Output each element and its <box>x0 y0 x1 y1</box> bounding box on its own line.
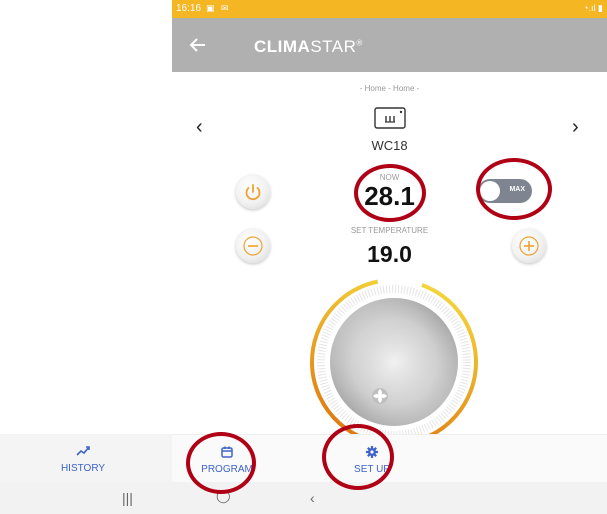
breadcrumb: - Home - Home - <box>359 84 420 93</box>
nav-program[interactable]: PROGRAM <box>172 435 282 483</box>
nav-setup-label: SET UP <box>354 464 390 475</box>
trend-icon <box>76 446 90 456</box>
radiator-device-icon <box>374 107 406 129</box>
prev-device-chevron[interactable]: ‹ <box>196 116 203 139</box>
left-bottom-strip: HISTORY ||| <box>0 434 172 514</box>
back-arrow-icon[interactable] <box>186 33 210 57</box>
minus-icon <box>243 236 263 256</box>
decrease-temperature-button[interactable] <box>236 229 270 263</box>
nav-history-label: HISTORY <box>60 463 106 474</box>
system-navigation: ◯ ‹ <box>172 482 607 514</box>
nav-program-label: PROGRAM <box>201 464 253 475</box>
status-bar: 16:16 ▣ ✉ ◔.ıl ▮ <box>172 0 607 18</box>
next-device-chevron[interactable]: › <box>572 116 579 139</box>
system-back-button[interactable]: ‹ <box>310 490 315 506</box>
temperature-dial[interactable] <box>308 276 480 448</box>
status-signal-icons: ◔.ıl ▮ <box>583 3 603 13</box>
current-temperature: 28.1 <box>364 181 415 211</box>
plus-icon <box>519 236 539 256</box>
device-name: WC18 <box>371 138 408 153</box>
max-toggle[interactable]: MAX <box>478 179 532 203</box>
toggle-label: MAX <box>509 186 525 193</box>
phone-screen: 16:16 ▣ ✉ ◔.ıl ▮ CLIMASTAR® - Home - Hom… <box>172 0 607 514</box>
nav-history[interactable]: HISTORY <box>28 434 138 482</box>
left-system-nav: ||| <box>0 482 172 514</box>
gear-icon <box>366 446 378 458</box>
status-time: 16:16 <box>176 3 202 14</box>
home-button[interactable]: ◯ <box>216 488 231 504</box>
status-notification-icons: ▣ ✉ <box>206 3 231 13</box>
increase-temperature-button[interactable] <box>512 229 546 263</box>
app-bar: CLIMASTAR® <box>172 18 607 72</box>
recent-apps-button[interactable]: ||| <box>122 490 133 506</box>
calendar-icon <box>221 446 233 458</box>
brand-logo: CLIMASTAR® <box>254 37 363 56</box>
nav-setup[interactable]: SET UP <box>317 435 427 483</box>
toggle-knob <box>480 181 500 201</box>
bottom-navigation: PROGRAM SET UP <box>172 434 607 483</box>
